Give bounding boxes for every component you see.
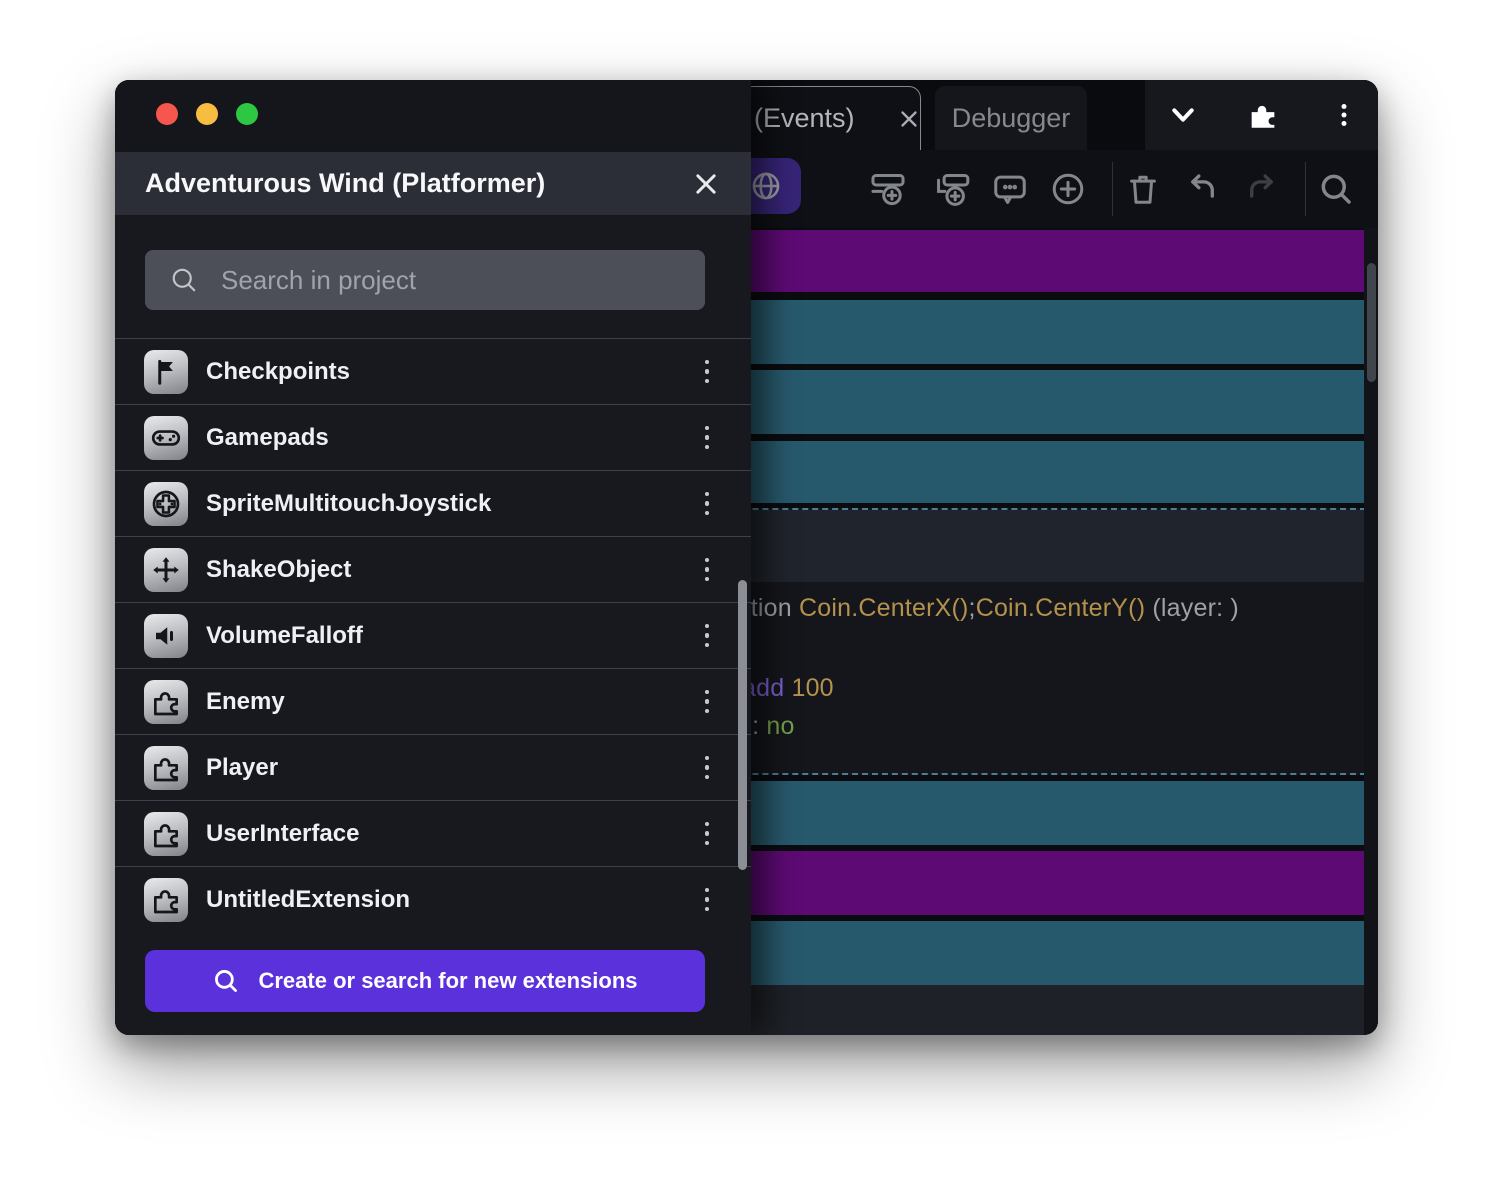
panel-header: Adventurous Wind (Platformer) <box>115 152 751 215</box>
tab-debugger-label: Debugger <box>952 103 1071 134</box>
events-scrollbar-track[interactable] <box>1364 228 1378 1035</box>
joystick-icon <box>144 482 188 526</box>
search-icon <box>169 265 199 295</box>
item-menu-icon[interactable] <box>697 355 717 389</box>
list-item-label: VolumeFalloff <box>206 622 697 650</box>
item-menu-icon[interactable] <box>697 751 717 785</box>
search-input[interactable] <box>221 265 661 296</box>
puzzle-icon <box>144 812 188 856</box>
redo-icon[interactable] <box>1243 170 1281 208</box>
item-menu-icon[interactable] <box>697 685 717 719</box>
puzzle-icon[interactable] <box>1245 97 1281 133</box>
list-item-gamepads[interactable]: Gamepads <box>115 404 751 470</box>
item-menu-icon[interactable] <box>697 883 717 917</box>
create-extension-button[interactable]: Create or search for new extensions <box>145 950 705 1012</box>
list-item-checkpoints[interactable]: Checkpoints <box>115 338 751 404</box>
create-extension-label: Create or search for new extensions <box>258 968 637 994</box>
tab-events-label: (Events) <box>754 103 855 134</box>
app-window: (Events) Debugger <box>115 80 1378 1035</box>
list-item-label: SpriteMultitouchJoystick <box>206 490 697 518</box>
speaker-icon <box>144 614 188 658</box>
event-action-line[interactable]: ition Coin.CenterX();Coin.CenterY() (lay… <box>745 594 1239 623</box>
screenshot-canvas: (Events) Debugger <box>0 0 1494 1182</box>
trash-icon[interactable] <box>1124 170 1162 208</box>
list-item-label: Enemy <box>206 688 697 716</box>
list-item-label: UserInterface <box>206 820 697 848</box>
puzzle-icon <box>144 746 188 790</box>
gamepad-icon <box>144 416 188 460</box>
list-item-label: Player <box>206 754 697 782</box>
kebab-menu-icon[interactable] <box>1326 97 1362 133</box>
item-menu-icon[interactable] <box>697 817 717 851</box>
item-menu-icon[interactable] <box>697 619 717 653</box>
project-search-field[interactable] <box>145 250 705 310</box>
list-item-untitledextension[interactable]: UntitledExtension <box>115 866 751 932</box>
puzzle-icon <box>144 878 188 922</box>
item-menu-icon[interactable] <box>697 553 717 587</box>
list-item-player[interactable]: Player <box>115 734 751 800</box>
item-menu-icon[interactable] <box>697 421 717 455</box>
traffic-light-close-icon[interactable] <box>156 103 178 125</box>
search-icon[interactable] <box>1317 170 1355 208</box>
traffic-light-minimize-icon[interactable] <box>196 103 218 125</box>
window-controls-strip <box>1145 80 1378 150</box>
tab-debugger[interactable]: Debugger <box>935 86 1087 150</box>
list-item-shakeobject[interactable]: ShakeObject <box>115 536 751 602</box>
list-item-label: UntitledExtension <box>206 886 697 914</box>
globe-icon <box>749 169 783 203</box>
toolbar-divider <box>1112 162 1113 216</box>
panel-scrollbar-thumb[interactable] <box>738 580 747 870</box>
events-scrollbar-thumb[interactable] <box>1367 263 1376 382</box>
flag-icon <box>144 350 188 394</box>
event-action-line[interactable]: add 100 <box>742 674 834 703</box>
list-item-label: Gamepads <box>206 424 697 452</box>
puzzle-icon <box>144 680 188 724</box>
list-item-enemy[interactable]: Enemy <box>115 668 751 734</box>
list-item-label: ShakeObject <box>206 556 697 584</box>
move-arrows-icon <box>144 548 188 592</box>
extensions-list: Checkpoints Gamepads SpriteMultitouchJoy… <box>115 338 751 932</box>
window-titlebar <box>115 80 751 152</box>
close-tab-icon[interactable] <box>897 106 921 132</box>
add-subevent-icon[interactable] <box>933 170 971 208</box>
project-title: Adventurous Wind (Platformer) <box>145 168 691 199</box>
traffic-light-zoom-icon[interactable] <box>236 103 258 125</box>
search-icon <box>212 967 240 995</box>
list-item-label: Checkpoints <box>206 358 697 386</box>
project-manager-panel: Adventurous Wind (Platformer) Checkpoint… <box>115 80 751 1035</box>
close-panel-icon[interactable] <box>691 169 721 199</box>
list-item-userinterface[interactable]: UserInterface <box>115 800 751 866</box>
list-item-spritemultitouchjoystick[interactable]: SpriteMultitouchJoystick <box>115 470 751 536</box>
toolbar-divider <box>1305 162 1306 216</box>
item-menu-icon[interactable] <box>697 487 717 521</box>
add-comment-icon[interactable] <box>991 170 1029 208</box>
add-circle-icon[interactable] <box>1049 170 1087 208</box>
list-item-volumefalloff[interactable]: VolumeFalloff <box>115 602 751 668</box>
add-event-icon[interactable] <box>869 170 907 208</box>
chevron-down-icon[interactable] <box>1165 97 1201 133</box>
undo-icon[interactable] <box>1183 170 1221 208</box>
